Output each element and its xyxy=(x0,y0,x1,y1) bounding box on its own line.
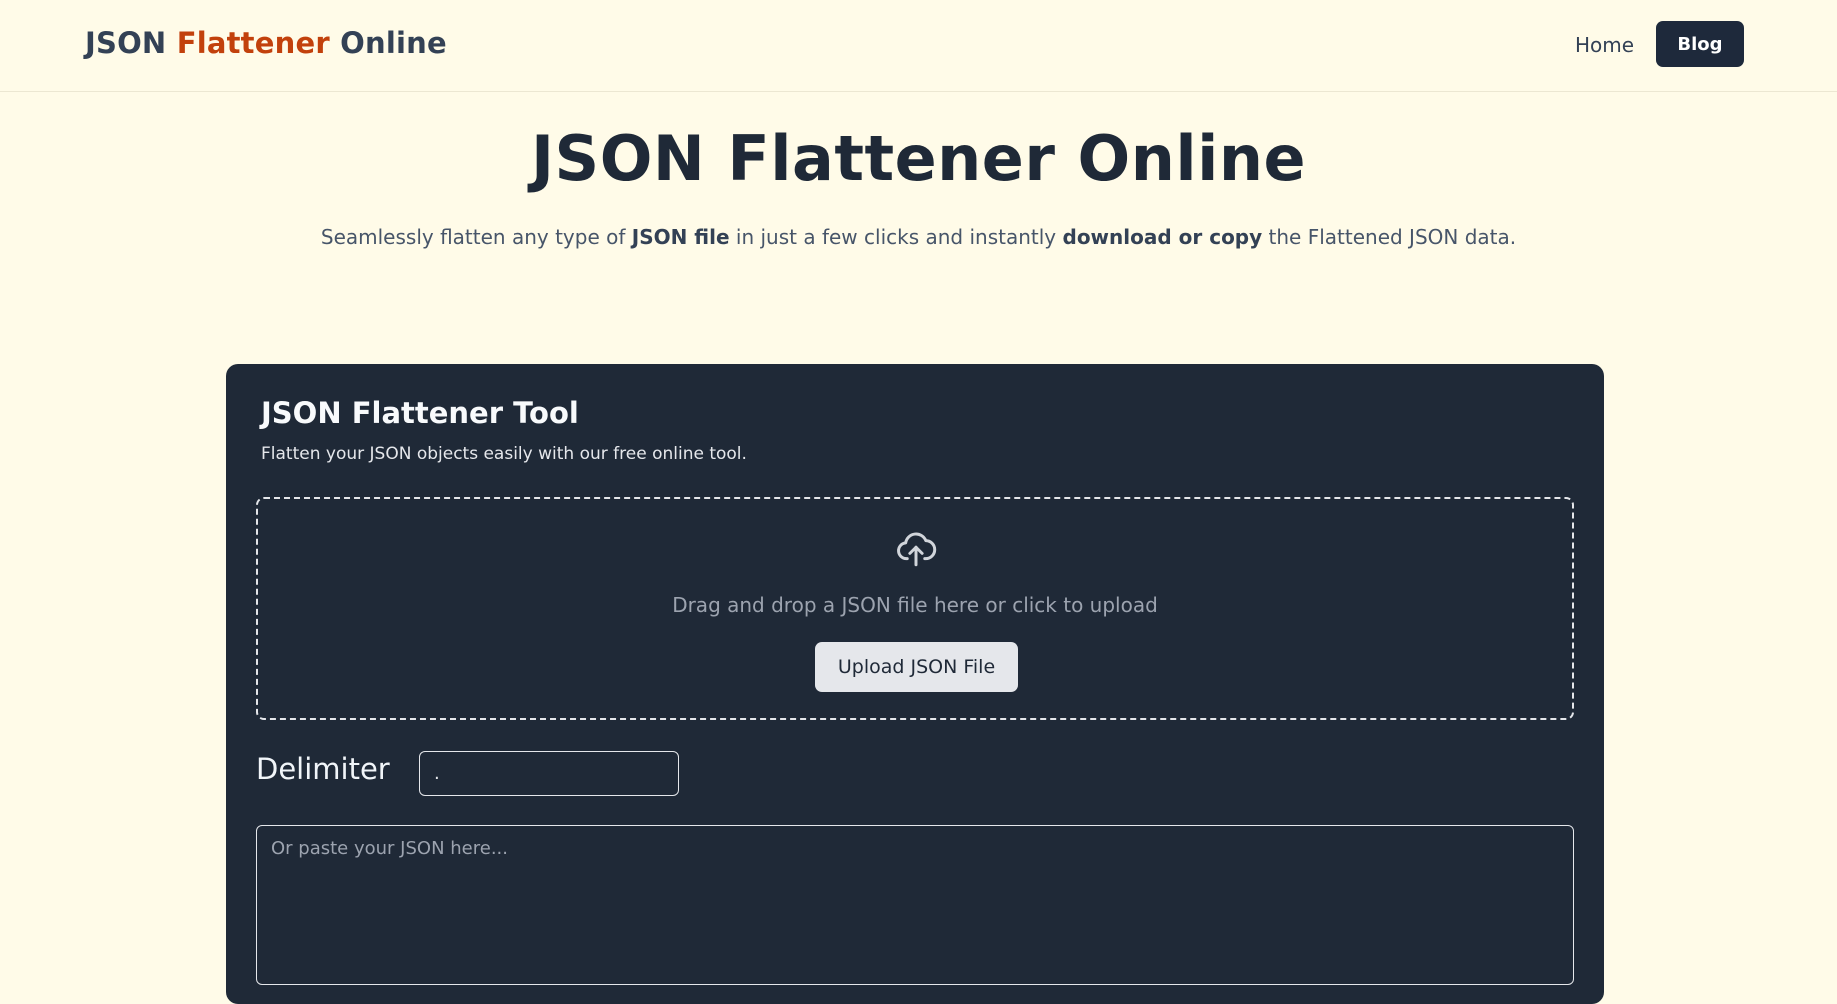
json-paste-textarea[interactable] xyxy=(256,825,1574,985)
delimiter-input[interactable] xyxy=(419,751,679,796)
tool-title: JSON Flattener Tool xyxy=(261,396,579,430)
dropzone-text: Drag and drop a JSON file here or click … xyxy=(672,593,1158,617)
brand-text-online: Online xyxy=(329,26,447,60)
delimiter-label: Delimiter xyxy=(256,752,390,786)
brand-text-json: JSON xyxy=(85,26,177,60)
brand-text-flattener: Flattener xyxy=(176,26,330,60)
upload-json-button[interactable]: Upload JSON File xyxy=(815,642,1018,692)
nav-home-link[interactable]: Home xyxy=(1575,33,1634,57)
page-title: JSON Flattener Online xyxy=(530,122,1307,195)
tool-card: JSON Flattener Tool Flatten your JSON ob… xyxy=(226,364,1604,1004)
cloud-upload-icon xyxy=(897,532,937,567)
subtitle-text-3: the Flattened JSON data. xyxy=(1262,225,1517,249)
subtitle-bold-json-file: JSON file xyxy=(631,225,730,249)
nav-blog-button[interactable]: Blog xyxy=(1656,21,1744,67)
navbar: JSON Flattener Online Home Blog xyxy=(0,0,1837,92)
subtitle-text-1: Seamlessly flatten any type of xyxy=(320,225,632,249)
tool-description: Flatten your JSON objects easily with ou… xyxy=(261,444,747,464)
brand-logo[interactable]: JSON Flattener Online xyxy=(85,26,447,60)
page-subtitle: Seamlessly flatten any type of JSON file… xyxy=(0,225,1837,249)
subtitle-bold-download-copy: download or copy xyxy=(1062,225,1263,249)
file-dropzone[interactable]: Drag and drop a JSON file here or click … xyxy=(256,497,1574,720)
subtitle-text-2: in just a few clicks and instantly xyxy=(729,225,1063,249)
